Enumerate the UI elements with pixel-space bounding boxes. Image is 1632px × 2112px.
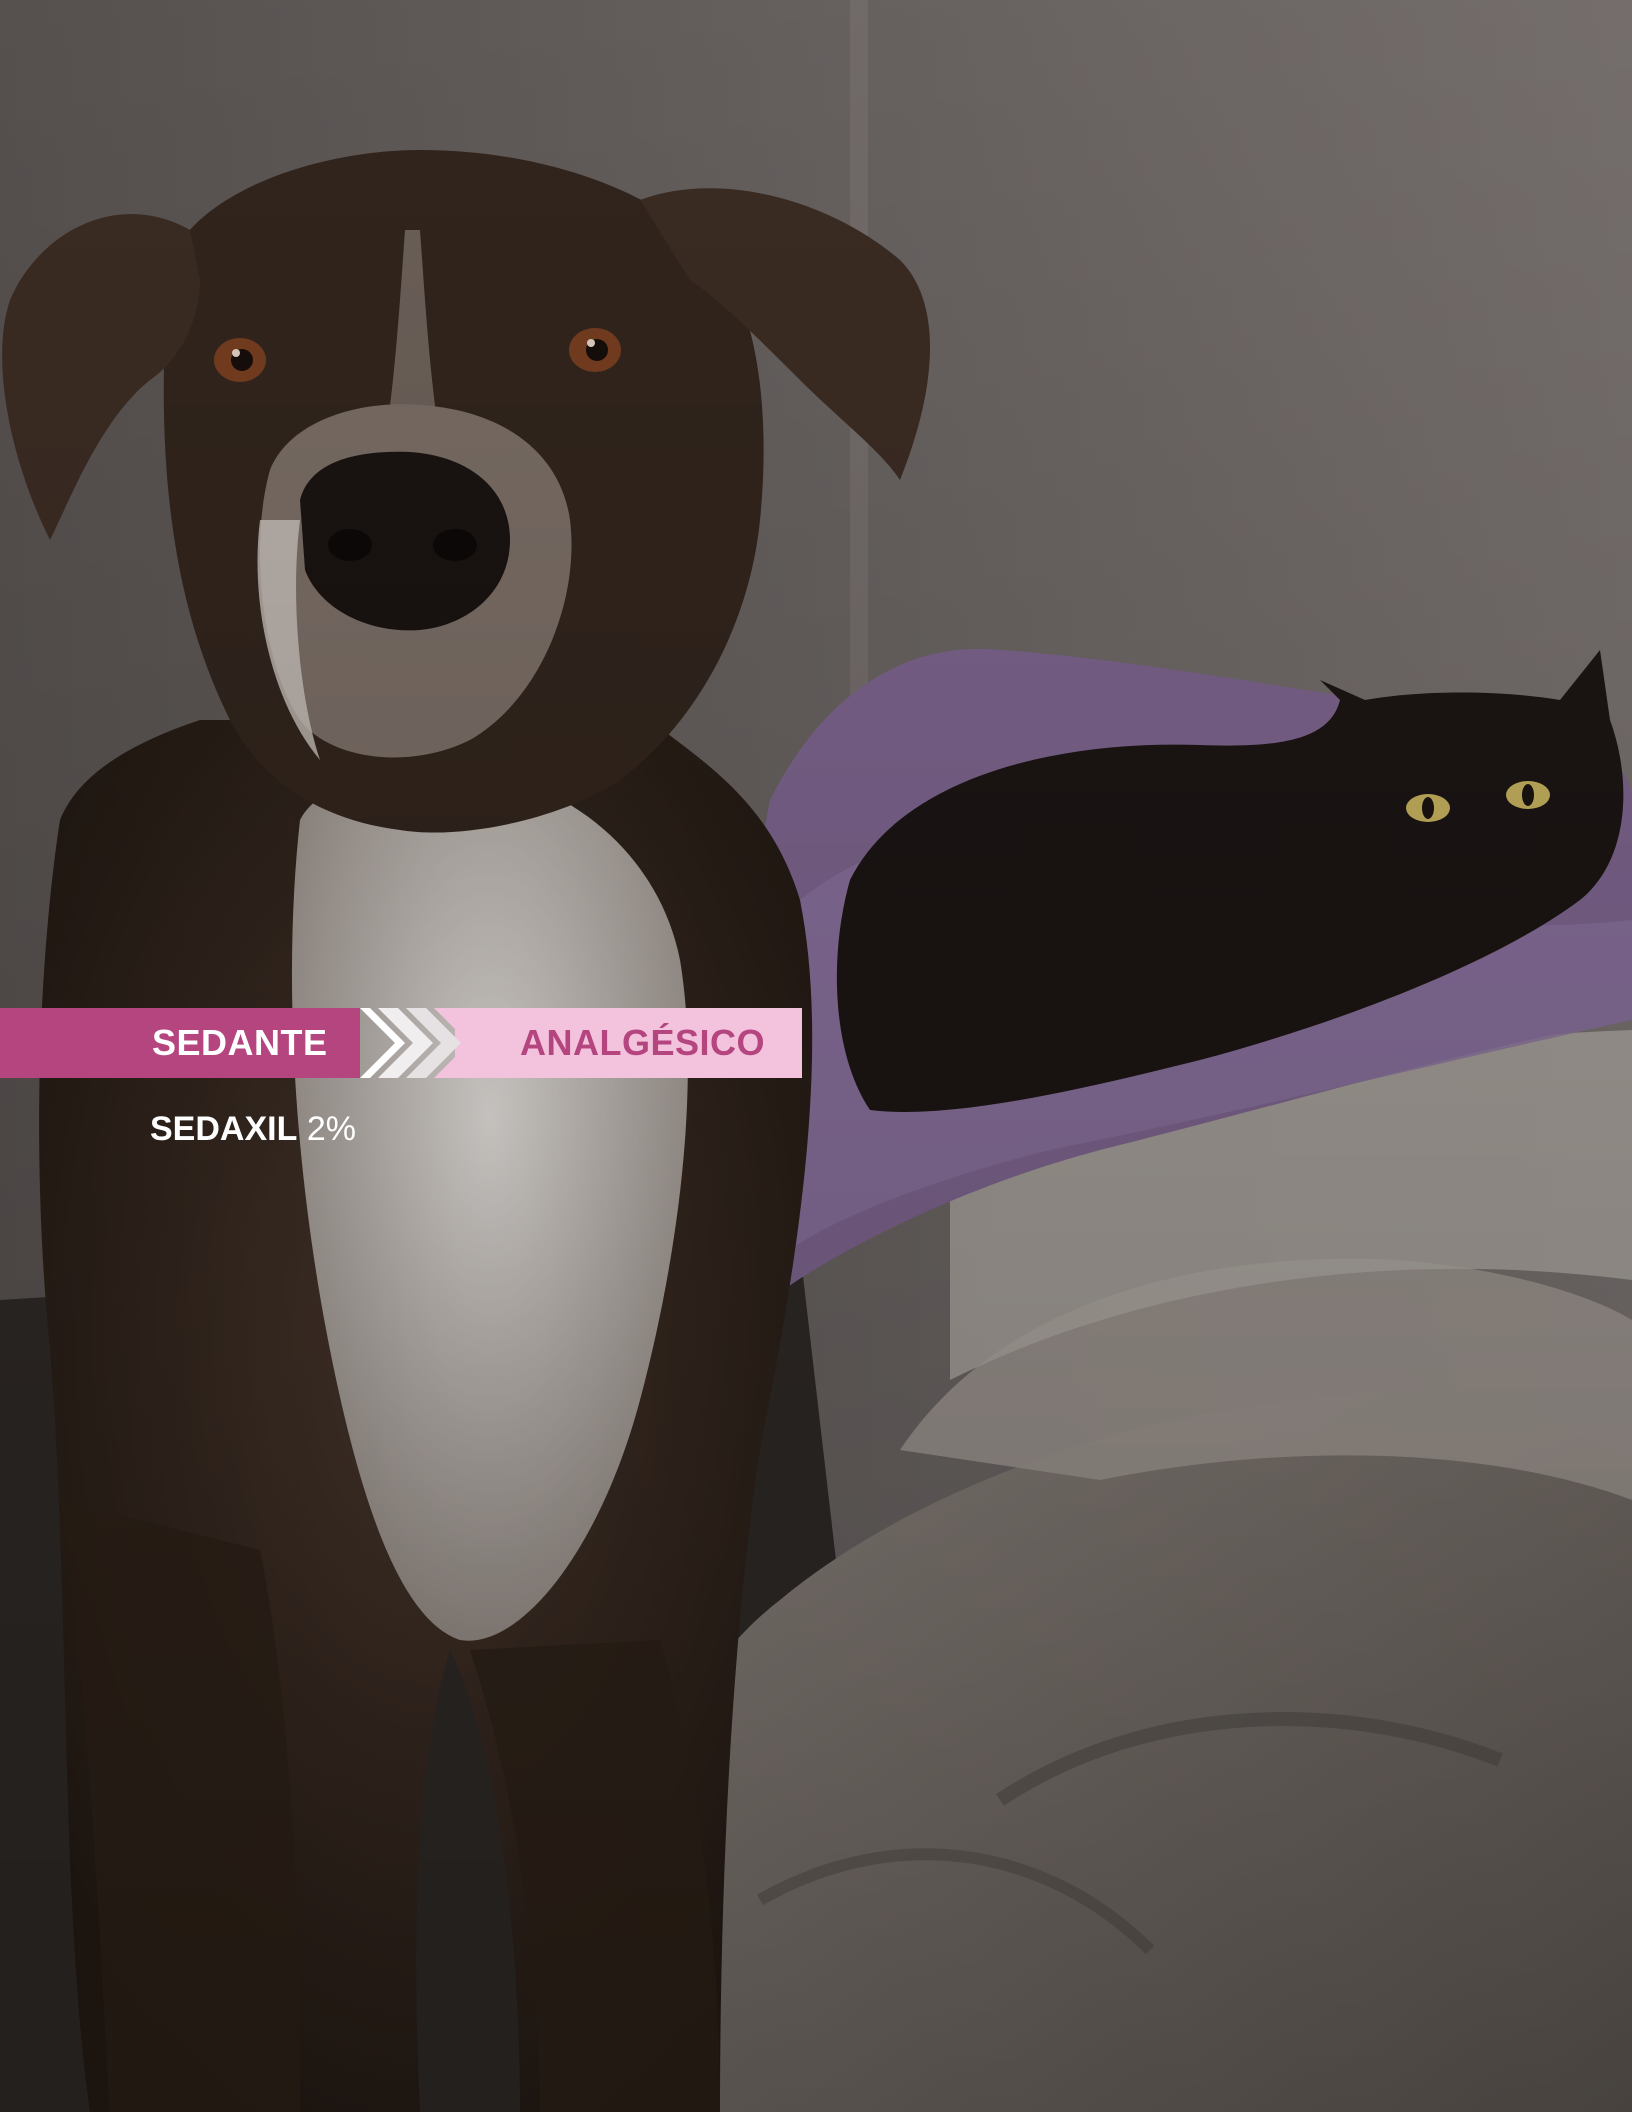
product-name: SEDAXIL — [150, 1110, 298, 1148]
product-concentration: 2% — [306, 1110, 356, 1148]
banner-label-sedante: SEDANTE — [152, 1022, 328, 1063]
banner-label-analgesico: ANALGÉSICO — [520, 1022, 766, 1063]
category-banner: SEDANTE ANALGÉSICO — [0, 1008, 802, 1078]
chevron-arrows-icon — [360, 1008, 480, 1078]
page: SEDANTE ANALGÉSICO SEDAXIL 2% — [0, 0, 1632, 2112]
product-title: SEDAXIL 2% — [150, 1110, 356, 1149]
